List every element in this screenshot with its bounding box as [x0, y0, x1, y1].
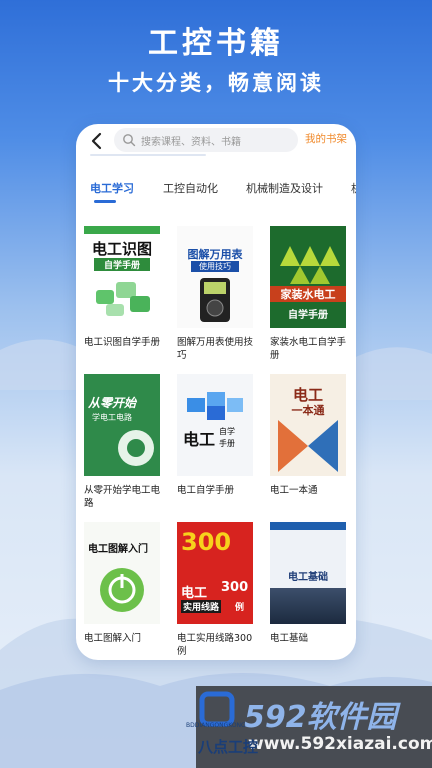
book-title: 电工识图自学手册: [84, 337, 161, 348]
book-card[interactable]: 电工图解入门 电工图解入门: [84, 522, 166, 645]
book-card[interactable]: 图解万用表 使用技巧 图解万用表使用技巧: [177, 226, 259, 362]
cover-text: 电工图解入门: [88, 544, 148, 555]
cover-text: 家装水电工: [270, 286, 346, 302]
app-brand: 八点工控: [198, 738, 259, 756]
cover-text: 使用技巧: [191, 261, 239, 272]
search-icon: [123, 134, 136, 147]
scroll-indicator: [90, 154, 206, 156]
tab-industrial-automation[interactable]: 工控自动化: [163, 180, 218, 198]
cover-text: 图解万用表: [187, 248, 243, 261]
book-card[interactable]: 电工 一本通 电工一本通: [270, 374, 352, 497]
cover-illustration: [187, 392, 243, 420]
book-title: 电工实用线路300例: [177, 633, 253, 657]
book-title: 从零开始学电工电路: [84, 485, 161, 509]
cover-text: 电工: [183, 430, 216, 449]
cover-text: 自学手册: [94, 258, 150, 271]
book-cover: 电工 一本通: [270, 374, 346, 476]
cover-text: 例: [235, 603, 245, 613]
book-card[interactable]: 电工 自学 手册 电工自学手册: [177, 374, 259, 497]
multimeter-illustration: [200, 278, 230, 322]
cover-illustration: [96, 282, 150, 316]
book-cover: 电工基础: [270, 522, 346, 624]
cover-illustration: [278, 420, 338, 472]
watermark-url: www.592xiazai.com: [248, 734, 432, 754]
cover-text: 电工基础: [288, 572, 328, 583]
book-cover: 300 电工 实用线路 300 例: [177, 522, 253, 624]
search-placeholder: 搜索课程、资料、书籍: [141, 136, 241, 148]
hero-subtitle: 十大分类，畅意阅读: [108, 71, 324, 95]
watermark-brand: 592软件园: [244, 700, 397, 735]
hero-title: 工控书籍: [148, 26, 284, 61]
cover-text: 电工: [181, 586, 208, 601]
tab-electrician-learning[interactable]: 电工学习: [90, 180, 134, 198]
back-arrow-icon[interactable]: [88, 130, 106, 152]
phone-frame: 搜索课程、资料、书籍 我的书架 电工学习 工控自动化 机械制造及设计 机 电工识…: [76, 124, 356, 660]
my-bookshelf-link[interactable]: 我的书架: [305, 131, 347, 146]
cover-text: 学电工电路: [92, 413, 132, 422]
cover-text: 从零开始: [88, 396, 137, 410]
active-tab-indicator: [94, 200, 116, 203]
cover-text: 300: [221, 580, 249, 595]
power-icon: [100, 568, 144, 612]
book-title: 电工一本通: [270, 485, 318, 496]
hero-header: 工控书籍 十大分类，畅意阅读: [0, 24, 432, 98]
book-title: 电工图解入门: [84, 633, 142, 644]
book-cover: 电工识图 自学手册: [84, 226, 160, 328]
search-bar: 搜索课程、资料、书籍 我的书架: [76, 124, 356, 160]
book-cover: 图解万用表 使用技巧: [177, 226, 253, 328]
cover-text: 300: [181, 528, 232, 556]
book-title: 电工基础: [270, 633, 309, 644]
cover-pattern: [280, 246, 340, 284]
book-card[interactable]: 电工识图 自学手册 电工识图自学手册: [84, 226, 166, 349]
tab-mechanical-design[interactable]: 机械制造及设计: [246, 180, 323, 198]
book-card[interactable]: 家装水电工 自学手册 家装水电工自学手册: [270, 226, 352, 362]
category-tabs: 电工学习 工控自动化 机械制造及设计 机: [76, 180, 356, 206]
book-title: 电工自学手册: [177, 485, 235, 496]
search-input[interactable]: 搜索课程、资料、书籍: [114, 128, 298, 152]
app-brand-sub: BDDIANGONGKONG: [186, 722, 246, 729]
cover-text: 实用线路: [181, 600, 222, 613]
cover-text: 一本通: [291, 404, 325, 417]
cover-text: 手册: [219, 439, 235, 448]
book-cover: 电工 自学 手册: [177, 374, 253, 476]
cover-illustration: [118, 430, 154, 466]
book-cover: 家装水电工 自学手册: [270, 226, 346, 328]
cover-text: 电工识图: [91, 240, 152, 258]
book-card[interactable]: 300 电工 实用线路 300 例 电工实用线路300例: [177, 522, 259, 658]
book-title: 图解万用表使用技巧: [177, 337, 254, 361]
cover-text: 自学: [219, 427, 235, 436]
cover-text: 自学手册: [288, 310, 328, 321]
book-card[interactable]: 电工基础 电工基础: [270, 522, 352, 645]
book-card[interactable]: 从零开始 学电工电路 从零开始学电工电路: [84, 374, 166, 510]
tab-more[interactable]: 机: [351, 180, 356, 198]
book-cover: 从零开始 学电工电路: [84, 374, 160, 476]
book-title: 家装水电工自学手册: [270, 337, 347, 361]
book-cover: 电工图解入门: [84, 522, 160, 624]
